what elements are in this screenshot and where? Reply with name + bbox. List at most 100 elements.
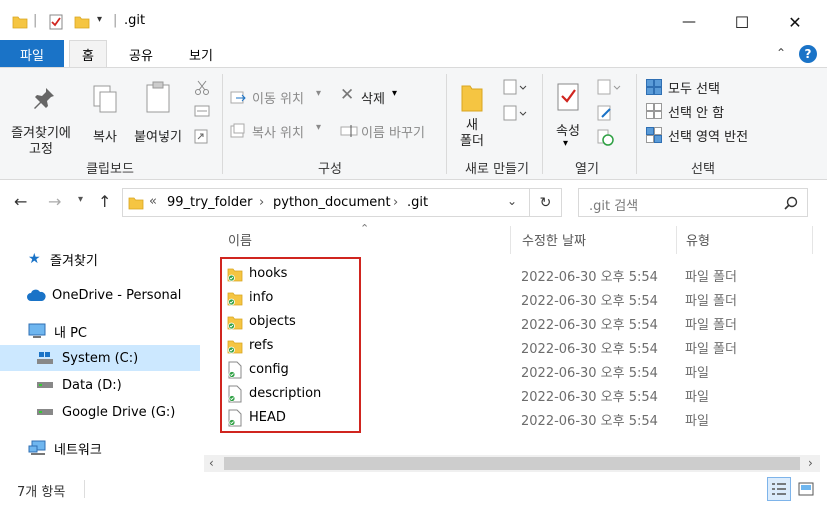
copy-to-button[interactable]: 복사 위치 ▾ bbox=[230, 120, 330, 142]
column-header-type[interactable]: 유형 bbox=[686, 230, 710, 249]
tab-share[interactable]: 공유 bbox=[121, 40, 161, 68]
windows-drive-icon bbox=[37, 352, 53, 364]
invert-selection-label: 선택 영역 반전 bbox=[668, 130, 749, 145]
breadcrumb-item[interactable]: python_document bbox=[273, 195, 391, 210]
nav-network[interactable]: 네트워크 bbox=[0, 435, 200, 461]
large-icons-view-button[interactable] bbox=[794, 477, 818, 501]
minimize-button[interactable]: — bbox=[666, 0, 712, 44]
breadcrumb-item[interactable]: 99_try_folder bbox=[167, 195, 252, 210]
column-divider bbox=[510, 226, 511, 254]
open-icon[interactable] bbox=[596, 78, 622, 96]
nav-data-d[interactable]: Data (D:) bbox=[0, 372, 200, 398]
properties-label: 속성 bbox=[556, 124, 580, 139]
nav-this-pc[interactable]: 내 PC bbox=[0, 318, 200, 344]
invert-selection-icon bbox=[646, 127, 662, 143]
delete-icon: ✕ bbox=[340, 85, 355, 105]
chevron-right-icon[interactable]: › bbox=[393, 195, 398, 210]
copy-label: 복사 bbox=[93, 130, 117, 145]
select-all-icon bbox=[646, 79, 662, 95]
horizontal-scrollbar[interactable]: ‹ › bbox=[204, 455, 820, 472]
column-divider bbox=[676, 226, 677, 254]
breadcrumb-overflow[interactable]: « bbox=[149, 194, 157, 209]
new-folder-label: 새 폴더 bbox=[460, 118, 484, 149]
nav-system-c[interactable]: System (C:) bbox=[0, 345, 200, 371]
scroll-right-icon[interactable]: › bbox=[808, 456, 813, 470]
highlight-box bbox=[220, 257, 361, 433]
tab-view[interactable]: 보기 bbox=[178, 40, 224, 68]
file-modified: 2022-06-30 오후 5:54 bbox=[521, 270, 658, 285]
open-group-label: 열기 bbox=[575, 162, 599, 177]
breadcrumb-item[interactable]: .git bbox=[407, 195, 428, 210]
pin-icon bbox=[34, 88, 54, 109]
nav-label: System (C:) bbox=[62, 350, 139, 366]
move-to-label: 이동 위치 bbox=[252, 92, 304, 107]
new-folder-icon[interactable] bbox=[74, 14, 90, 30]
paste-button[interactable]: 붙여넣기 bbox=[128, 78, 188, 145]
refresh-icon: ↻ bbox=[539, 194, 552, 211]
pin-to-quick-access-button[interactable]: 즐겨찾기에 고정 bbox=[4, 78, 78, 157]
help-icon[interactable]: ? bbox=[799, 45, 817, 63]
folder-icon bbox=[12, 16, 28, 29]
chevron-right-icon[interactable]: › bbox=[259, 195, 264, 210]
address-row: ← → ▾ ↑ « 99_try_folder › python_documen… bbox=[0, 182, 827, 222]
paste-icon bbox=[146, 81, 170, 113]
nav-google-drive[interactable]: Google Drive (G:) bbox=[0, 399, 200, 425]
copy-to-label: 복사 위치 bbox=[252, 126, 304, 141]
easy-access-icon[interactable] bbox=[502, 104, 530, 122]
close-button[interactable]: ✕ bbox=[772, 0, 818, 44]
refresh-button[interactable]: ↻ bbox=[530, 188, 562, 217]
group-divider bbox=[446, 74, 447, 174]
invert-selection-button[interactable]: 선택 영역 반전 bbox=[644, 124, 784, 146]
quick-access-separator: | bbox=[33, 13, 38, 28]
pc-icon bbox=[28, 323, 46, 338]
properties-icon[interactable] bbox=[48, 14, 64, 30]
recent-locations-icon[interactable]: ▾ bbox=[78, 194, 83, 205]
address-bar[interactable]: « 99_try_folder › python_document › .git… bbox=[122, 188, 530, 217]
chevron-down-icon[interactable]: ⌄ bbox=[507, 194, 517, 208]
details-view-button[interactable] bbox=[767, 477, 791, 501]
select-all-button[interactable]: 모두 선택 bbox=[644, 76, 764, 98]
copy-path-icon[interactable] bbox=[194, 104, 210, 118]
column-header-modified[interactable]: 수정한 날짜 bbox=[522, 230, 586, 249]
up-arrow-icon[interactable]: ↑ bbox=[98, 192, 111, 211]
tab-file[interactable]: 파일 bbox=[0, 40, 64, 68]
delete-label: 삭제 bbox=[361, 92, 385, 107]
paste-shortcut-icon[interactable] bbox=[194, 128, 208, 144]
history-icon[interactable] bbox=[596, 128, 614, 146]
clipboard-group-label: 클립보드 bbox=[86, 162, 134, 177]
file-type: 파일 폴더 bbox=[685, 318, 737, 333]
search-input[interactable]: .git 검색 bbox=[589, 195, 638, 214]
ribbon-tabs: 파일 홈 공유 보기 ⌃ ? bbox=[0, 40, 827, 68]
properties-button[interactable]: 속성 ▾ bbox=[548, 78, 588, 154]
search-box[interactable]: .git 검색 bbox=[578, 188, 808, 217]
nav-onedrive[interactable]: OneDrive - Personal bbox=[0, 282, 200, 308]
forward-arrow-icon[interactable]: → bbox=[48, 192, 61, 211]
move-to-button[interactable]: 이동 위치 ▾ bbox=[230, 86, 330, 108]
customize-quick-access-icon[interactable]: ▾ bbox=[97, 14, 102, 25]
scroll-left-icon[interactable]: ‹ bbox=[209, 456, 214, 470]
maximize-button[interactable]: ☐ bbox=[719, 0, 765, 44]
close-icon: ✕ bbox=[788, 12, 802, 32]
file-modified: 2022-06-30 오후 5:54 bbox=[521, 294, 658, 309]
file-type: 파일 bbox=[685, 414, 709, 429]
paste-label: 붙여넣기 bbox=[134, 130, 182, 145]
scrollbar-thumb[interactable] bbox=[224, 457, 800, 470]
cloud-icon bbox=[27, 289, 46, 301]
copy-to-icon bbox=[230, 123, 245, 138]
delete-button[interactable]: ✕ 삭제 ▾ bbox=[340, 85, 410, 108]
column-header-name[interactable]: 이름 bbox=[228, 230, 252, 249]
new-folder-button[interactable]: 새 폴더 bbox=[452, 78, 492, 154]
new-item-icon[interactable] bbox=[502, 78, 530, 96]
cut-icon[interactable] bbox=[194, 80, 210, 96]
tab-home[interactable]: 홈 bbox=[69, 40, 107, 68]
nav-quick-access[interactable]: ★ 즐겨찾기 bbox=[0, 246, 200, 272]
organize-group-label: 구성 bbox=[318, 162, 342, 177]
select-group-label: 선택 bbox=[691, 162, 715, 177]
rename-button[interactable]: 이름 바꾸기 bbox=[340, 120, 440, 142]
edit-icon[interactable] bbox=[596, 104, 614, 122]
select-none-button[interactable]: 선택 안 함 bbox=[644, 100, 764, 122]
minimize-ribbon-icon[interactable]: ⌃ bbox=[776, 46, 786, 60]
copy-button[interactable]: 복사 bbox=[86, 78, 124, 145]
file-type: 파일 폴더 bbox=[685, 294, 737, 309]
back-arrow-icon[interactable]: ← bbox=[14, 192, 27, 211]
